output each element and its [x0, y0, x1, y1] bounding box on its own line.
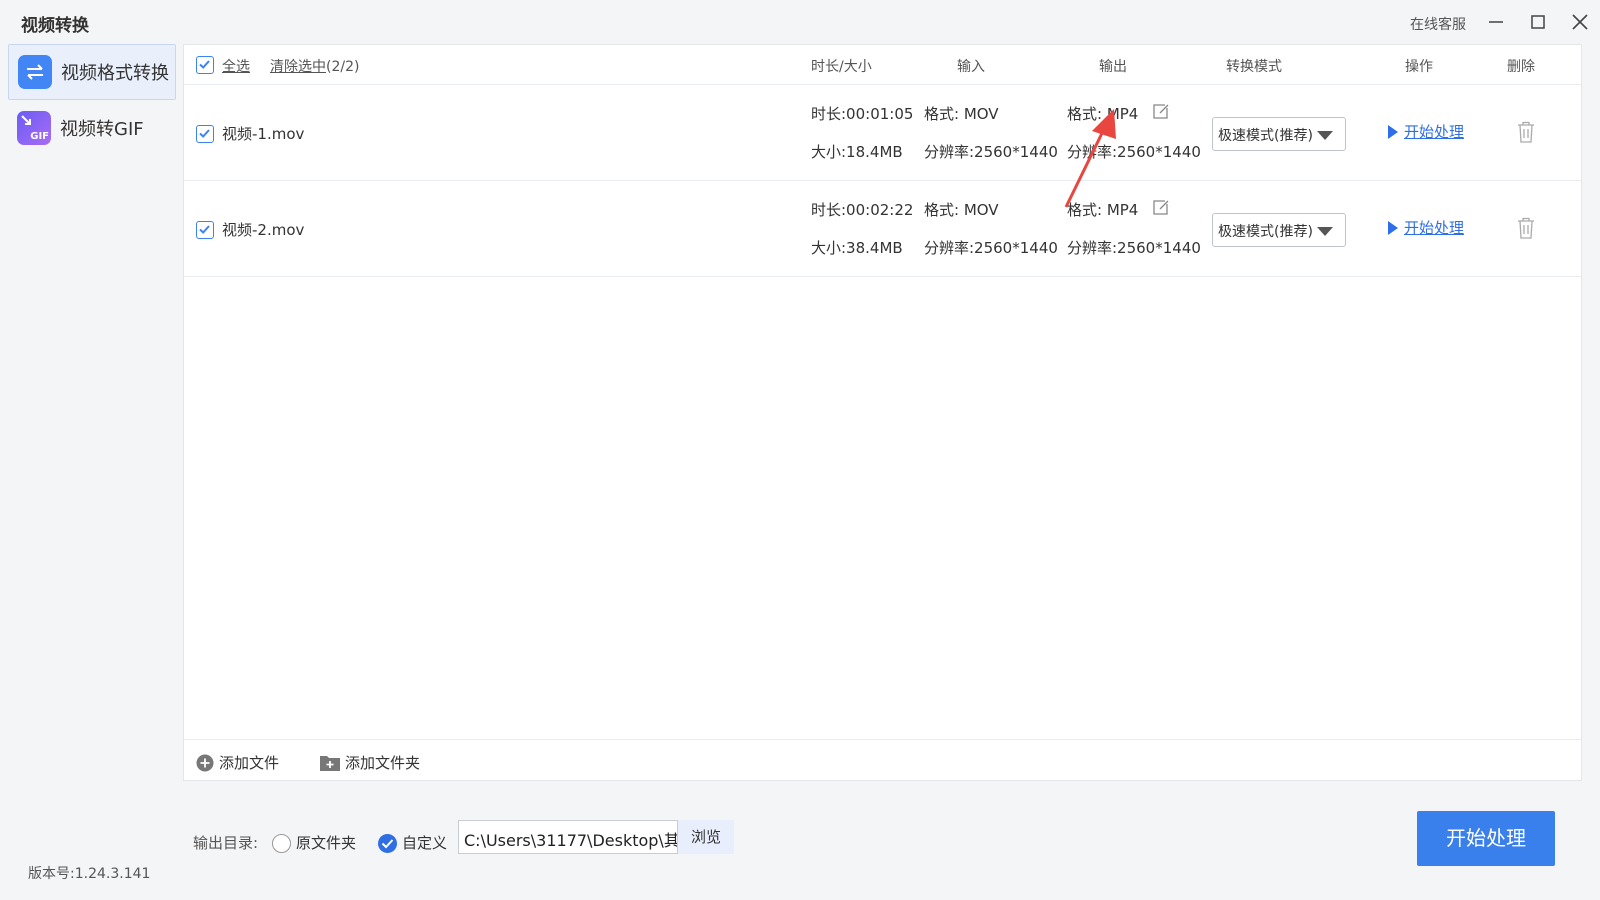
file-duration: 时长:00:01:05: [811, 105, 914, 123]
edit-output-icon[interactable]: [1152, 102, 1170, 120]
app-title: 视频转换: [21, 16, 89, 36]
close-button[interactable]: [1568, 10, 1592, 34]
input-resolution: 分辨率:2560*1440: [924, 239, 1058, 257]
conversion-mode-select[interactable]: 极速模式(推荐): [1212, 213, 1346, 247]
select-all-checkbox[interactable]: [196, 56, 214, 74]
clear-selection[interactable]: 清除选中(2/2): [270, 56, 359, 76]
sidebar-item-label: 视频转GIF: [60, 119, 144, 140]
online-service-link[interactable]: 在线客服: [1410, 14, 1466, 34]
output-format: 格式: MP4: [1067, 201, 1139, 219]
output-path-input[interactable]: C:\Users\31177\Desktop\其它: [458, 820, 678, 854]
radio-original-folder-label: 原文件夹: [296, 834, 357, 852]
conversion-mode-select[interactable]: 极速模式(推荐): [1212, 117, 1346, 151]
table-row: 视频-1.mov 时长:00:01:05 大小:18.4MB 格式: MOV 分…: [184, 85, 1581, 181]
chevron-down-icon: [1317, 227, 1333, 236]
browse-button[interactable]: 浏览: [678, 820, 734, 854]
list-footer: 添加文件 添加文件夹: [184, 739, 1581, 781]
gif-badge: GIF: [30, 131, 49, 142]
column-header-delete: 删除: [1507, 59, 1535, 75]
file-size: 大小:18.4MB: [811, 143, 903, 161]
column-header-action: 操作: [1405, 59, 1433, 75]
gif-icon: GIF: [17, 111, 51, 145]
list-header: 全选 清除选中(2/2) 时长/大小 输入 输出 转换模式 操作 删除: [184, 45, 1581, 85]
add-file-label: 添加文件: [219, 754, 280, 772]
input-format: 格式: MOV: [924, 105, 999, 123]
start-process-link[interactable]: 开始处理: [1388, 217, 1464, 238]
output-format: 格式: MP4: [1067, 105, 1139, 123]
edit-output-icon[interactable]: [1152, 198, 1170, 216]
column-header-mode: 转换模式: [1226, 59, 1282, 75]
input-format: 格式: MOV: [924, 201, 999, 219]
swap-arrows-icon: [18, 55, 52, 89]
radio-custom-folder[interactable]: [378, 834, 397, 853]
start-process-button[interactable]: 开始处理: [1417, 811, 1555, 866]
trash-icon[interactable]: [1517, 121, 1535, 143]
maximize-button[interactable]: [1526, 10, 1550, 34]
input-resolution: 分辨率:2560*1440: [924, 143, 1058, 161]
sidebar-item-label: 视频格式转换: [61, 63, 169, 84]
radio-original-folder[interactable]: [272, 834, 291, 853]
selection-count: (2/2): [326, 59, 360, 75]
file-size: 大小:38.4MB: [811, 239, 903, 257]
sidebar-item-video-format-convert[interactable]: 视频格式转换: [8, 44, 176, 100]
trash-icon[interactable]: [1517, 217, 1535, 239]
maximize-icon: [1531, 15, 1545, 29]
file-name: 视频-1.mov: [222, 125, 305, 143]
row-checkbox[interactable]: [196, 125, 214, 143]
column-header-output: 输出: [1099, 59, 1127, 75]
minimize-button[interactable]: [1484, 10, 1508, 34]
output-resolution: 分辨率:2560*1440: [1067, 143, 1201, 161]
title-bar: 视频转换 在线客服: [0, 0, 1600, 44]
file-list-panel: 全选 清除选中(2/2) 时长/大小 输入 输出 转换模式 操作 删除 视频-1…: [183, 44, 1582, 781]
column-header-input: 输入: [957, 59, 985, 75]
output-dir-label: 输出目录:: [193, 834, 259, 852]
output-resolution: 分辨率:2560*1440: [1067, 239, 1201, 257]
checkmark-icon: [381, 839, 394, 849]
start-process-label: 开始处理: [1404, 219, 1465, 237]
start-process-link[interactable]: 开始处理: [1388, 121, 1464, 142]
sidebar-item-video-to-gif[interactable]: GIF 视频转GIF: [8, 100, 176, 156]
version-label: 版本号:1.24.3.141: [28, 866, 151, 882]
chevron-down-icon: [1317, 131, 1333, 140]
play-icon: [1388, 125, 1398, 139]
file-name: 视频-2.mov: [222, 221, 305, 239]
conversion-mode-value: 极速模式(推荐): [1218, 128, 1313, 144]
clear-selection-link[interactable]: 清除选中: [270, 59, 326, 75]
minimize-icon: [1489, 21, 1503, 23]
start-process-label: 开始处理: [1404, 123, 1465, 141]
column-header-duration-size: 时长/大小: [811, 59, 872, 75]
sidebar: 视频格式转换 GIF 视频转GIF: [0, 44, 180, 824]
add-folder-icon: [320, 756, 340, 771]
checkmark-icon: [199, 129, 210, 138]
play-icon: [1388, 221, 1398, 235]
select-all-label[interactable]: 全选: [222, 56, 250, 76]
close-icon: [1572, 14, 1588, 30]
row-checkbox[interactable]: [196, 221, 214, 239]
add-file-button[interactable]: 添加文件: [196, 752, 279, 773]
add-folder-button[interactable]: 添加文件夹: [320, 752, 420, 773]
plus-circle-icon: [196, 754, 214, 771]
checkmark-icon: [199, 225, 210, 234]
checkmark-icon: [199, 60, 210, 69]
radio-custom-folder-label: 自定义: [402, 834, 448, 852]
conversion-mode-value: 极速模式(推荐): [1218, 224, 1313, 240]
add-folder-label: 添加文件夹: [345, 754, 421, 772]
file-duration: 时长:00:02:22: [811, 201, 914, 219]
table-row: 视频-2.mov 时长:00:02:22 大小:38.4MB 格式: MOV 分…: [184, 181, 1581, 277]
